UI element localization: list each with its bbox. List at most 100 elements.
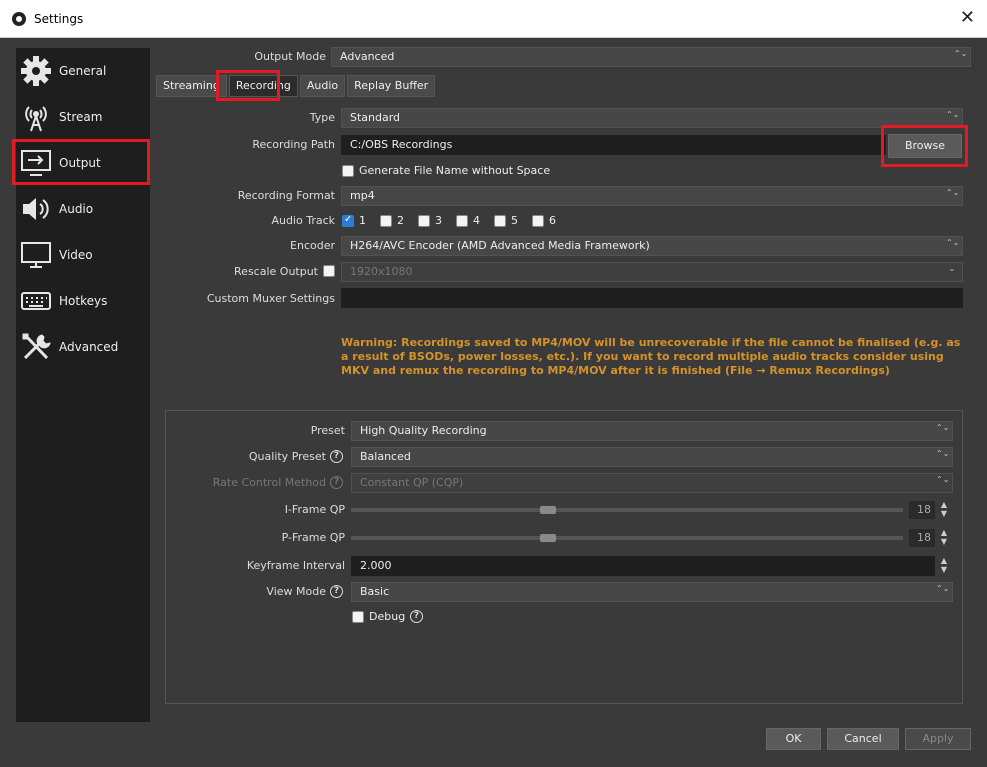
keyboard-icon — [18, 283, 54, 319]
speaker-icon — [18, 191, 54, 227]
sidebar-item-video[interactable]: Video — [16, 234, 150, 276]
preset-select[interactable]: High Quality Recording ⌃⌄ — [351, 421, 953, 441]
iframe-qp-label: I-Frame QP — [284, 503, 345, 516]
output-mode-select[interactable]: Advanced ⌃⌄ — [331, 47, 971, 67]
up-icon[interactable]: ▲ — [941, 500, 947, 509]
encoder-label: Encoder — [290, 239, 335, 252]
quality-preset-select[interactable]: Balanced ⌃⌄ — [351, 447, 953, 467]
recording-format-label: Recording Format — [237, 189, 335, 202]
audio-track-2-checkbox[interactable] — [380, 215, 392, 227]
iframe-qp-value[interactable]: 18 — [908, 500, 936, 520]
rescale-output-checkbox[interactable] — [323, 265, 335, 277]
ok-button[interactable]: OK — [766, 728, 821, 750]
rescale-output-label: Rescale Output — [234, 265, 318, 278]
audio-track-2-label: 2 — [397, 214, 404, 227]
sidebar-item-label: General — [59, 64, 107, 78]
gear-icon — [18, 53, 54, 89]
help-icon[interactable]: ? — [330, 585, 343, 598]
audio-track-4-checkbox[interactable] — [456, 215, 468, 227]
sidebar-item-hotkeys[interactable]: Hotkeys — [16, 280, 150, 322]
down-icon[interactable]: ▼ — [941, 565, 947, 574]
iframe-qp-slider-handle[interactable] — [540, 506, 556, 514]
help-icon[interactable]: ? — [330, 476, 343, 489]
audio-track-6-checkbox[interactable] — [532, 215, 544, 227]
help-icon[interactable]: ? — [410, 610, 423, 623]
audio-track-3-label: 3 — [435, 214, 442, 227]
tab-audio[interactable]: Audio — [299, 75, 346, 97]
type-label: Type — [309, 111, 335, 124]
sidebar-item-output[interactable]: Output — [16, 142, 150, 184]
generate-filename-checkbox[interactable] — [342, 165, 354, 177]
audio-track-5-label: 5 — [511, 214, 518, 227]
pframe-qp-spinner[interactable]: ▲ ▼ — [938, 528, 950, 548]
rescale-resolution-select[interactable]: 1920x1080 ⌄ — [341, 262, 963, 282]
sidebar-item-general[interactable]: General — [16, 50, 150, 92]
audio-track-label: Audio Track — [271, 214, 335, 227]
audio-track-3-checkbox[interactable] — [418, 215, 430, 227]
pframe-qp-slider-track[interactable] — [351, 536, 903, 540]
spin-icon: ⌃⌄ — [954, 49, 968, 58]
spin-icon: ⌃⌄ — [946, 238, 960, 247]
sidebar: General Stream Output Audio Video Hotkey… — [16, 48, 150, 722]
title-bar: Settings ✕ — [0, 0, 987, 38]
custom-muxer-label: Custom Muxer Settings — [206, 292, 335, 305]
spin-icon: ⌃⌄ — [946, 110, 960, 119]
audio-track-6-label: 6 — [549, 214, 556, 227]
sidebar-item-label: Audio — [59, 202, 94, 216]
window-title: Settings — [34, 11, 84, 26]
audio-track-5-checkbox[interactable] — [494, 215, 506, 227]
custom-muxer-input[interactable] — [341, 288, 963, 308]
audio-track-1-checkbox[interactable] — [342, 214, 354, 227]
pframe-qp-value[interactable]: 18 — [908, 528, 936, 548]
down-icon[interactable]: ▼ — [941, 509, 947, 518]
browse-button[interactable]: Browse — [888, 134, 962, 158]
debug-checkbox[interactable] — [352, 611, 364, 623]
tab-replay-buffer[interactable]: Replay Buffer — [347, 75, 436, 97]
apply-button[interactable]: Apply — [905, 728, 971, 750]
type-select[interactable]: Standard ⌃⌄ — [341, 108, 963, 128]
audio-track-4-label: 4 — [473, 214, 480, 227]
keyframe-interval-input[interactable]: 2.000 — [351, 556, 935, 576]
output-tabs: Streaming Recording Audio Replay Buffer — [156, 75, 437, 97]
sidebar-item-stream[interactable]: Stream — [16, 96, 150, 138]
recording-format-select[interactable]: mp4 ⌃⌄ — [341, 186, 963, 206]
encoder-select[interactable]: H264/AVC Encoder (AMD Advanced Media Fra… — [341, 236, 963, 256]
iframe-qp-slider-track[interactable] — [351, 508, 903, 512]
tab-streaming[interactable]: Streaming — [156, 75, 227, 97]
recording-path-label: Recording Path — [252, 138, 335, 151]
keyframe-interval-label: Keyframe Interval — [246, 559, 345, 572]
tab-recording[interactable]: Recording — [228, 75, 298, 97]
rate-control-select[interactable]: Constant QP (CQP) ⌃⌄ — [351, 473, 953, 493]
view-mode-label: View Mode — [266, 585, 326, 598]
up-icon[interactable]: ▲ — [941, 528, 947, 537]
up-icon[interactable]: ▲ — [941, 556, 947, 565]
sidebar-item-audio[interactable]: Audio — [16, 188, 150, 230]
pframe-qp-label: P-Frame QP — [281, 531, 345, 544]
obs-logo-icon — [12, 11, 26, 26]
output-monitor-icon — [18, 145, 54, 181]
sidebar-item-label: Stream — [59, 110, 103, 124]
monitor-icon — [18, 237, 54, 273]
close-icon[interactable]: ✕ — [960, 8, 975, 28]
preset-label: Preset — [310, 424, 345, 437]
spin-icon: ⌃⌄ — [936, 475, 950, 484]
view-mode-select[interactable]: Basic ⌃⌄ — [351, 582, 953, 602]
sidebar-item-label: Hotkeys — [59, 294, 108, 308]
mp4-warning-text: Warning: Recordings saved to MP4/MOV wil… — [341, 336, 961, 377]
generate-filename-label: Generate File Name without Space — [359, 164, 551, 177]
debug-label: Debug — [369, 610, 406, 623]
output-mode-label: Output Mode — [254, 50, 326, 63]
spin-icon: ⌃⌄ — [936, 449, 950, 458]
sidebar-item-advanced[interactable]: Advanced — [16, 326, 150, 368]
help-icon[interactable]: ? — [330, 450, 343, 463]
spin-icon: ⌃⌄ — [936, 423, 950, 432]
down-icon[interactable]: ▼ — [941, 537, 947, 546]
keyframe-interval-spinner[interactable]: ▲ ▼ — [938, 556, 950, 576]
cancel-button[interactable]: Cancel — [827, 728, 899, 750]
recording-path-input[interactable]: C:/OBS Recordings — [341, 135, 886, 155]
rate-control-label: Rate Control Method — [212, 476, 326, 489]
iframe-qp-spinner[interactable]: ▲ ▼ — [938, 500, 950, 520]
sidebar-item-label: Output — [59, 156, 101, 170]
pframe-qp-slider-handle[interactable] — [540, 534, 556, 542]
antenna-icon — [18, 99, 54, 135]
